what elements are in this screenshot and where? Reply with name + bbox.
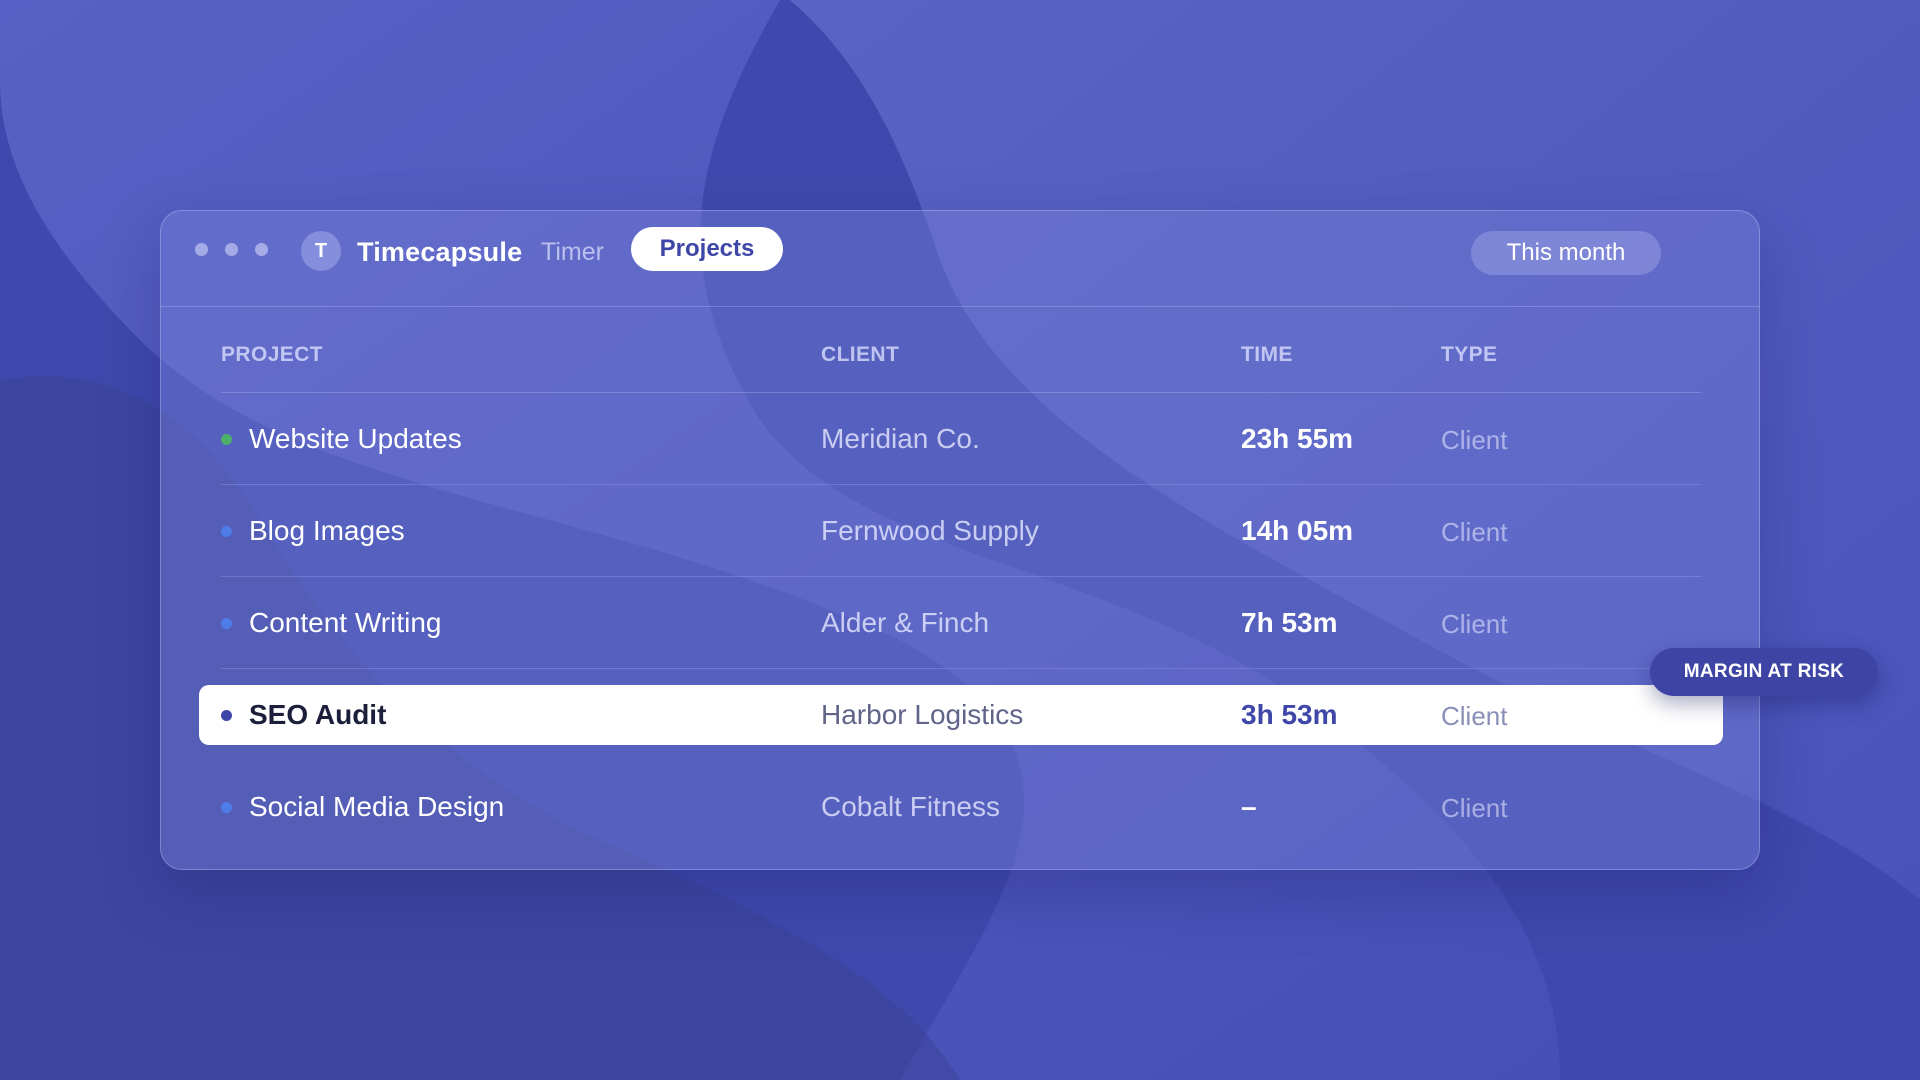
row-project: Website Updates [249,423,462,454]
row-client: Alder & Finch [821,607,990,638]
row-project: Blog Images [249,515,405,546]
row-type: Client [1441,701,1508,731]
tab-projects[interactable]: Projects [631,227,783,271]
table-row[interactable]: Content Writing Alder & Finch 7h 53m Cli… [221,577,1701,669]
row-client: Fernwood Supply [821,515,1039,546]
row-project: Content Writing [249,607,442,638]
row-type: Client [1441,425,1508,455]
app-title: Timecapsule [357,237,523,267]
table-row[interactable]: Blog Images Fernwood Supply 14h 05m Clie… [221,485,1701,577]
row-client: Meridian Co. [821,423,980,454]
row-type: Client [1441,517,1508,547]
table-header: PROJECT CLIENT TIME TYPE [221,307,1701,393]
table-row-selected[interactable]: SEO Audit Harbor Logistics 3h 53m Client [199,685,1723,745]
window-minimize-dot[interactable] [225,243,238,256]
status-dot [221,710,232,721]
row-client: Cobalt Fitness [821,791,1000,822]
row-client: Harbor Logistics [821,699,1024,730]
row-time: 7h 53m [1241,607,1338,638]
header-time[interactable]: TIME [1241,343,1293,367]
row-project: SEO Audit [249,699,387,730]
window-maximize-dot[interactable] [255,243,268,256]
row-type: Client [1441,793,1508,823]
status-dot [221,802,232,813]
header-client[interactable]: CLIENT [821,343,899,367]
row-time: – [1241,791,1257,822]
status-dot [221,618,232,629]
projects-table: PROJECT CLIENT TIME TYPE Website Updates… [199,307,1723,853]
status-dot [221,434,232,445]
header-type[interactable]: TYPE [1441,343,1497,367]
table-row[interactable]: Social Media Design Cobalt Fitness – Cli… [221,761,1701,853]
table-row[interactable]: Website Updates Meridian Co. 23h 55m Cli… [221,393,1701,485]
row-project: Social Media Design [249,791,505,822]
window-titlebar: T Timecapsule Timer Projects This month [161,211,1759,307]
app-avatar: T [301,231,341,271]
period-filter-button[interactable]: This month [1471,231,1661,275]
tab-timer[interactable]: Timer [541,238,604,267]
projects-window: T Timecapsule Timer Projects This month … [160,210,1760,870]
row-time: 23h 55m [1241,423,1354,454]
status-dot [221,526,232,537]
margin-at-risk-badge: MARGIN AT RISK [1650,648,1878,696]
window-close-dot[interactable] [195,243,208,256]
row-time: 14h 05m [1241,515,1354,546]
row-time: 3h 53m [1241,699,1338,730]
header-project[interactable]: PROJECT [221,343,323,367]
row-type: Client [1441,609,1508,639]
